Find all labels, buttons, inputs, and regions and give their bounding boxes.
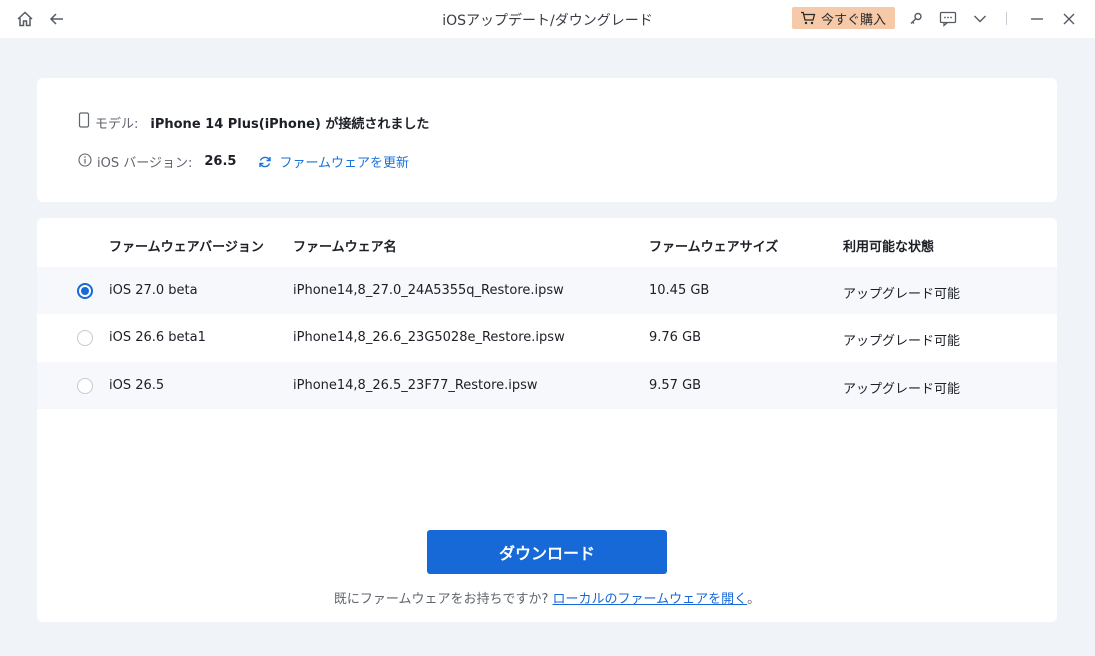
refresh-firmware-link[interactable]: ファームウェアを更新 xyxy=(258,152,409,171)
window-title: iOSアップデート/ダウングレード xyxy=(442,13,653,29)
row-firmware-name: iPhone14,8_26.5_23F77_Restore.ipsw xyxy=(293,378,538,393)
local-firmware-note: 既にファームウェアをお持ちですか? ローカルのファームウェアを開く。 xyxy=(37,588,1057,607)
row-version: iOS 26.6 beta1 xyxy=(109,330,206,345)
chevron-down-icon[interactable] xyxy=(970,9,990,29)
ios-version-row: iOS バージョン: 26.5 ファームウェアを更新 xyxy=(78,152,409,171)
ios-version-label: iOS バージョン: xyxy=(97,156,193,171)
note-suffix: 。 xyxy=(747,592,761,607)
row-size: 9.76 GB xyxy=(649,330,702,345)
ios-version-value: 26.5 xyxy=(204,154,237,169)
download-button[interactable]: ダウンロード xyxy=(427,530,667,574)
close-icon[interactable] xyxy=(1059,9,1079,29)
info-icon xyxy=(78,152,92,171)
home-icon[interactable] xyxy=(15,9,35,29)
device-info-panel: モデル: iPhone 14 Plus(iPhone) が接続されました iOS… xyxy=(37,78,1057,202)
title-bar: iOSアップデート/ダウングレード 今すぐ購入 xyxy=(0,0,1095,38)
model-label: モデル: xyxy=(95,116,139,132)
buy-now-button[interactable]: 今すぐ購入 xyxy=(792,7,895,29)
feedback-icon[interactable] xyxy=(938,9,958,29)
row-radio[interactable] xyxy=(77,283,93,299)
row-status: アップグレード可能 xyxy=(843,382,961,397)
header-firmware-name: ファームウェア名 xyxy=(293,240,397,255)
phone-icon xyxy=(78,112,90,132)
row-version: iOS 27.0 beta xyxy=(109,283,198,298)
table-header: ファームウェアバージョン ファームウェア名 ファームウェアサイズ 利用可能な状態 xyxy=(37,218,1057,267)
open-local-firmware-link[interactable]: ローカルのファームウェアを開く xyxy=(553,592,748,607)
row-status: アップグレード可能 xyxy=(843,287,961,302)
back-arrow-icon[interactable] xyxy=(47,9,67,29)
row-size: 10.45 GB xyxy=(649,283,710,298)
header-availability: 利用可能な状態 xyxy=(843,240,935,255)
firmware-table-panel: ファームウェアバージョン ファームウェア名 ファームウェアサイズ 利用可能な状態… xyxy=(37,218,1057,622)
row-status: アップグレード可能 xyxy=(843,334,961,349)
refresh-firmware-label: ファームウェアを更新 xyxy=(279,156,410,171)
row-size: 9.57 GB xyxy=(649,378,702,393)
header-firmware-size: ファームウェアサイズ xyxy=(649,240,779,255)
note-prefix: 既にファームウェアをお持ちですか? xyxy=(333,592,549,607)
row-version: iOS 26.5 xyxy=(109,378,165,393)
row-radio[interactable] xyxy=(77,378,93,394)
buy-now-label: 今すぐ購入 xyxy=(821,12,887,28)
row-firmware-name: iPhone14,8_27.0_24A5355q_Restore.ipsw xyxy=(293,283,564,298)
minimize-icon[interactable] xyxy=(1027,9,1047,29)
table-row[interactable]: iOS 26.5 iPhone14,8_26.5_23F77_Restore.i… xyxy=(37,362,1057,409)
table-row[interactable]: iOS 26.6 beta1 iPhone14,8_26.6_23G5028e_… xyxy=(37,314,1057,361)
cart-icon xyxy=(800,11,816,25)
key-icon[interactable] xyxy=(906,9,926,29)
refresh-icon xyxy=(258,155,272,169)
model-value: iPhone 14 Plus(iPhone) が接続されました xyxy=(150,116,430,132)
row-radio[interactable] xyxy=(77,330,93,346)
row-firmware-name: iPhone14,8_26.6_23G5028e_Restore.ipsw xyxy=(293,330,565,345)
title-bar-divider xyxy=(1006,12,1007,25)
table-row[interactable]: iOS 27.0 beta iPhone14,8_27.0_24A5355q_R… xyxy=(37,267,1057,314)
model-row: モデル: iPhone 14 Plus(iPhone) が接続されました xyxy=(78,112,429,132)
header-firmware-version: ファームウェアバージョン xyxy=(109,240,264,255)
